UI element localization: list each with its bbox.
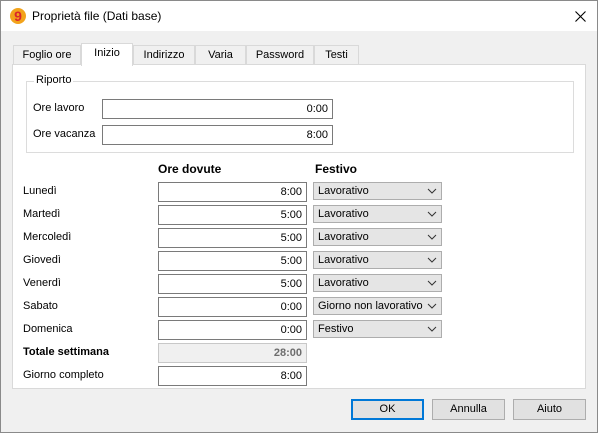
lunedi-hours-field[interactable]: 8:00 (158, 182, 307, 202)
venerdi-hours-field[interactable]: 5:00 (158, 274, 307, 294)
venerdi-type-select[interactable]: Lavorativo (313, 274, 442, 292)
ok-button[interactable]: OK (351, 399, 424, 420)
day-label-giovedi: Giovedì (23, 254, 61, 266)
chevron-down-icon (427, 280, 437, 286)
sabato-hours-field[interactable]: 0:00 (158, 297, 307, 317)
sabato-type-value: Giorno non lavorativo (318, 300, 423, 312)
tab-varia[interactable]: Varia (195, 45, 246, 65)
day-label-venerdi: Venerdì (23, 277, 61, 289)
ore-vacanza-field[interactable]: 8:00 (102, 125, 333, 145)
day-label-domenica: Domenica (23, 323, 73, 335)
tab-inizio[interactable]: Inizio (81, 43, 133, 66)
domenica-type-select[interactable]: Festivo (313, 320, 442, 338)
aiuto-button[interactable]: Aiuto (513, 399, 586, 420)
ore-lavoro-field[interactable]: 0:00 (102, 99, 333, 119)
app-logo-icon: 9 (10, 8, 26, 24)
ore-vacanza-label: Ore vacanza (33, 128, 96, 140)
domenica-type-value: Festivo (318, 323, 354, 335)
chevron-down-icon (427, 211, 437, 217)
giorno-completo-field[interactable]: 8:00 (158, 366, 307, 386)
mercoledi-type-select[interactable]: Lavorativo (313, 228, 442, 246)
title-bar: 9 Proprietà file (Dati base) (1, 1, 597, 31)
day-label-lunedi: Lunedì (23, 185, 57, 197)
totale-settimana-label: Totale settimana (23, 346, 109, 358)
chevron-down-icon (427, 188, 437, 194)
festivo-header: Festivo (315, 162, 358, 176)
martedi-type-value: Lavorativo (318, 208, 369, 220)
tab-panel-inizio: Riporto Ore lavoro 0:00 Ore vacanza 8:00… (12, 64, 586, 389)
giovedi-type-value: Lavorativo (318, 254, 369, 266)
domenica-hours-field[interactable]: 0:00 (158, 320, 307, 340)
ore-lavoro-label: Ore lavoro (33, 102, 85, 114)
mercoledi-hours-field[interactable]: 5:00 (158, 228, 307, 248)
svg-text:9: 9 (14, 8, 22, 24)
riporto-group: Riporto Ore lavoro 0:00 Ore vacanza 8:00 (26, 74, 574, 153)
sabato-type-select[interactable]: Giorno non lavorativo (313, 297, 442, 315)
lunedi-type-select[interactable]: Lavorativo (313, 182, 442, 200)
annulla-button[interactable]: Annulla (432, 399, 505, 420)
tab-password[interactable]: Password (246, 45, 314, 65)
venerdi-type-value: Lavorativo (318, 277, 369, 289)
giovedi-hours-field[interactable]: 5:00 (158, 251, 307, 271)
totale-settimana-field: 28:00 (158, 343, 307, 363)
mercoledi-type-value: Lavorativo (318, 231, 369, 243)
riporto-group-title: Riporto (34, 74, 74, 86)
martedi-type-select[interactable]: Lavorativo (313, 205, 442, 223)
chevron-down-icon (427, 234, 437, 240)
tab-foglio-ore[interactable]: Foglio ore (13, 45, 81, 65)
dialog-window: 9 Proprietà file (Dati base) Foglio ore … (0, 0, 598, 433)
martedi-hours-field[interactable]: 5:00 (158, 205, 307, 225)
day-label-martedi: Martedì (23, 208, 61, 220)
window-title: Proprietà file (Dati base) (32, 9, 162, 23)
tab-testi[interactable]: Testi (314, 45, 359, 65)
giovedi-type-select[interactable]: Lavorativo (313, 251, 442, 269)
lunedi-type-value: Lavorativo (318, 185, 369, 197)
close-button[interactable] (563, 1, 597, 31)
day-label-sabato: Sabato (23, 300, 58, 312)
chevron-down-icon (427, 303, 437, 309)
ore-dovute-header: Ore dovute (158, 162, 222, 176)
tab-indirizzo[interactable]: Indirizzo (133, 45, 195, 65)
day-label-mercoledi: Mercoledì (23, 231, 72, 243)
chevron-down-icon (427, 326, 437, 332)
close-icon (574, 10, 586, 22)
giorno-completo-label: Giorno completo (23, 369, 104, 381)
chevron-down-icon (427, 257, 437, 263)
